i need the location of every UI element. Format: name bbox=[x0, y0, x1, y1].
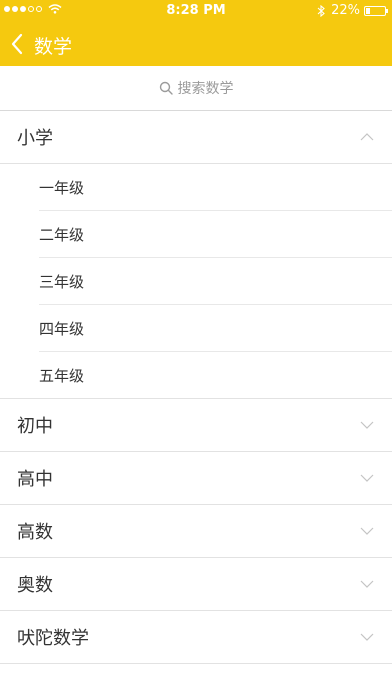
category-list: 小学 一年级 二年级 三年级 四年级 五年级 初中 高中 高数 奥数 吠陀数学 bbox=[0, 111, 392, 664]
section-senior-high[interactable]: 高中 bbox=[0, 452, 392, 505]
section-label: 小学 bbox=[17, 128, 53, 149]
section-advanced-math[interactable]: 高数 bbox=[0, 505, 392, 558]
chevron-down-icon bbox=[360, 474, 374, 482]
chevron-down-icon bbox=[360, 633, 374, 641]
section-label: 高数 bbox=[17, 522, 53, 543]
list-item-label: 五年级 bbox=[39, 366, 85, 385]
page-title: 数学 bbox=[34, 36, 73, 58]
list-item-grade-4[interactable]: 四年级 bbox=[39, 305, 392, 352]
status-bar: 8:28 PM 22% bbox=[0, 0, 392, 22]
section-label: 奥数 bbox=[17, 575, 53, 596]
list-item-grade-1[interactable]: 一年级 bbox=[39, 164, 392, 211]
search-placeholder: 搜索数学 bbox=[177, 81, 234, 97]
list-item-label: 一年级 bbox=[39, 178, 85, 197]
navigation-bar: 数学 bbox=[0, 22, 392, 66]
search-bar[interactable]: 搜索数学 bbox=[0, 66, 392, 111]
section-vedic-math[interactable]: 吠陀数学 bbox=[0, 611, 392, 664]
section-label: 高中 bbox=[17, 469, 53, 490]
chevron-down-icon bbox=[360, 580, 374, 588]
chevron-left-icon bbox=[11, 33, 23, 55]
chevron-down-icon bbox=[360, 527, 374, 535]
battery-percent: 22% bbox=[331, 3, 360, 18]
search-icon bbox=[159, 81, 173, 95]
list-item-grade-5[interactable]: 五年级 bbox=[0, 352, 392, 399]
list-item-grade-2[interactable]: 二年级 bbox=[39, 211, 392, 258]
list-item-label: 四年级 bbox=[39, 319, 85, 338]
section-olympiad[interactable]: 奥数 bbox=[0, 558, 392, 611]
section-label: 初中 bbox=[17, 416, 53, 437]
section-label: 吠陀数学 bbox=[17, 628, 89, 649]
chevron-down-icon bbox=[360, 421, 374, 429]
battery-icon bbox=[364, 5, 388, 16]
list-item-grade-3[interactable]: 三年级 bbox=[39, 258, 392, 305]
list-item-label: 三年级 bbox=[39, 272, 85, 291]
chevron-up-icon bbox=[360, 133, 374, 141]
section-primary-school[interactable]: 小学 bbox=[0, 111, 392, 164]
list-item-label: 二年级 bbox=[39, 225, 85, 244]
bluetooth-icon bbox=[317, 4, 325, 17]
section-junior-high[interactable]: 初中 bbox=[0, 399, 392, 452]
